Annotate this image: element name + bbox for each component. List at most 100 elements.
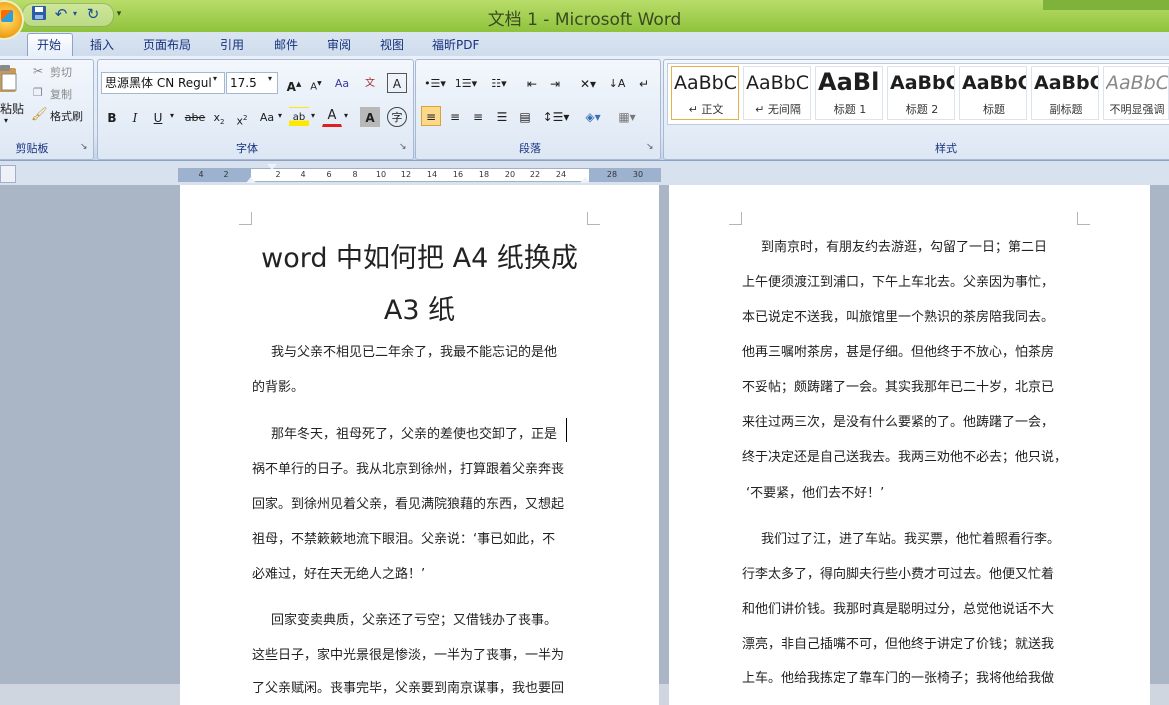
paragraph-line: 这些日子，家中光景很是惨淡，一半为了丧事，一半为 xyxy=(252,648,565,663)
paragraph-line: 到南京时，有朋友约去游逛，勾留了一日；第二日 xyxy=(761,240,1048,255)
paragraph-line: 那年冬天，祖母死了，父亲的差使也交卸了，正是 xyxy=(271,427,558,442)
cut-button[interactable]: 剪切 xyxy=(50,64,72,80)
style-no-spacing-name: ↵ 无间隔 xyxy=(755,103,801,116)
tab-page-layout[interactable]: 页面布局 xyxy=(143,36,191,54)
paragraph-line: 不妥帖；颇踌躇了一会。其实我那年已二十岁，北京已 xyxy=(742,380,1055,395)
style-title-name: 标题 xyxy=(983,103,1005,116)
tab-insert[interactable]: 插入 xyxy=(90,36,114,54)
ruler-number: 22 xyxy=(529,170,541,179)
ruler-number: 16 xyxy=(452,170,464,179)
clear-formatting-icon[interactable]: Aa xyxy=(332,73,352,93)
paragraph-dialog-launcher-icon[interactable]: ↘ xyxy=(646,142,654,152)
font-name-dropdown-icon[interactable]: ▾ xyxy=(213,74,217,83)
clipboard-dialog-launcher-icon[interactable]: ↘ xyxy=(80,142,88,152)
highlight-dropdown-icon[interactable]: ▾ xyxy=(311,111,315,120)
paragraph-line: 上午便须渡江到浦口，下午上车北去。父亲因为事忙， xyxy=(742,275,1055,290)
paragraph-line: 他再三嘱咐茶房，甚是仔细。但他终于不放心，怕茶房 xyxy=(742,345,1055,360)
tab-selector-icon[interactable] xyxy=(0,165,16,183)
copy-button[interactable]: 复制 xyxy=(50,86,72,102)
highlight-icon[interactable]: ab xyxy=(289,107,309,127)
ruler-number: 10 xyxy=(375,170,387,179)
tab-view[interactable]: 视图 xyxy=(380,36,404,54)
copy-icon[interactable]: ❐ xyxy=(33,86,43,99)
shrink-font-icon[interactable]: A▼ xyxy=(306,73,326,93)
show-marks-icon[interactable]: ↵ xyxy=(634,73,654,93)
shading-icon[interactable]: ◈▾ xyxy=(578,106,608,126)
style-normal[interactable]: AaBbC ↵ 正文 xyxy=(671,66,739,120)
justify-icon[interactable]: ☰ xyxy=(492,106,512,126)
align-right-icon[interactable]: ≡ xyxy=(468,106,488,126)
tab-foxit-pdf[interactable]: 福昕PDF xyxy=(432,36,479,54)
margin-corner-mark xyxy=(587,212,600,225)
paste-icon[interactable] xyxy=(0,64,20,94)
paste-dropdown-icon[interactable]: ▾ xyxy=(4,116,8,125)
change-case-icon[interactable]: Aa xyxy=(255,107,279,127)
document-page-right[interactable] xyxy=(669,185,1150,705)
right-indent-marker[interactable] xyxy=(580,177,590,183)
superscript-icon[interactable]: x2 xyxy=(232,107,252,128)
distributed-icon[interactable]: ▤ xyxy=(515,106,535,126)
align-left-icon[interactable]: ≡ xyxy=(421,106,441,126)
ruler-number: 24 xyxy=(555,170,567,179)
paragraph-line: ‘不要紧，他们去不好！’ xyxy=(746,486,885,501)
tab-review[interactable]: 审阅 xyxy=(327,36,351,54)
paragraph-line: 祖母，不禁簌簌地流下眼泪。父亲说：‘事已如此，不 xyxy=(252,532,556,547)
chinese-layout-icon[interactable]: ✕▾ xyxy=(573,73,603,93)
grow-font-icon[interactable]: A▲ xyxy=(284,73,304,94)
numbering-icon[interactable]: 1☰▾ xyxy=(452,73,480,93)
font-color-icon[interactable]: A xyxy=(322,107,342,127)
style-no-spacing-sample: AaBbC xyxy=(746,72,810,94)
paragraph-line: 上车。他给我拣定了靠车门的一张椅子；我将他给我做 xyxy=(742,671,1055,686)
tab-mailings[interactable]: 邮件 xyxy=(274,36,298,54)
change-case-dropdown-icon[interactable]: ▾ xyxy=(278,111,282,120)
style-title[interactable]: AaBbC 标题 xyxy=(959,66,1027,120)
strikethrough-icon[interactable]: abe xyxy=(181,107,209,127)
ruler-number: 20 xyxy=(504,170,516,179)
paragraph-line: 必难过，好在天无绝人之路！’ xyxy=(252,567,426,582)
style-heading-1[interactable]: AaBl 标题 1 xyxy=(815,66,883,120)
increase-indent-icon[interactable]: ⇥ xyxy=(545,73,565,93)
style-heading-1-sample: AaBl xyxy=(818,68,880,94)
style-subtitle[interactable]: AaBbC 副标题 xyxy=(1031,66,1099,120)
font-name-field[interactable]: 思源黑体 CN Regul xyxy=(101,72,225,94)
first-line-indent-marker[interactable] xyxy=(267,164,277,170)
paragraph-line: 我与父亲不相见已二年余了，我最不能忘记的是他 xyxy=(271,345,558,360)
format-painter-button[interactable]: 格式刷 xyxy=(50,108,83,124)
subscript-icon[interactable]: x2 xyxy=(209,107,229,127)
ruler-number: 2 xyxy=(275,170,281,179)
hanging-indent-marker[interactable] xyxy=(246,177,256,183)
ruler-number: 8 xyxy=(352,170,358,179)
tab-references[interactable]: 引用 xyxy=(220,36,244,54)
style-subtle-emphasis[interactable]: AaBbC 不明显强调 xyxy=(1103,66,1169,120)
decrease-indent-icon[interactable]: ⇤ xyxy=(522,73,542,93)
font-dialog-launcher-icon[interactable]: ↘ xyxy=(399,142,407,152)
underline-icon[interactable]: U xyxy=(148,107,168,127)
tab-home[interactable]: 开始 xyxy=(37,36,61,54)
align-center-icon[interactable]: ≡ xyxy=(445,106,465,126)
bold-icon[interactable]: B xyxy=(102,107,122,127)
font-color-dropdown-icon[interactable]: ▾ xyxy=(344,111,348,120)
paragraph-group-label: 段落 xyxy=(519,142,541,155)
style-heading-2[interactable]: AaBbC 标题 2 xyxy=(887,66,955,120)
enclose-characters-icon[interactable]: 字 xyxy=(387,107,407,127)
paragraph-line: 行李太多了，得向脚夫行些小费才可过去。他便又忙着 xyxy=(742,567,1055,582)
style-subtle-emphasis-name: 不明显强调 xyxy=(1109,103,1165,116)
character-shading-icon[interactable]: A xyxy=(360,107,380,127)
italic-icon[interactable]: I xyxy=(125,107,145,127)
styles-group-label: 样式 xyxy=(935,142,957,155)
cut-icon[interactable]: ✂ xyxy=(33,64,43,78)
multilevel-list-icon[interactable]: ☷▾ xyxy=(484,73,514,93)
style-no-spacing[interactable]: AaBbC ↵ 无间隔 xyxy=(743,66,811,120)
borders-icon[interactable]: ▦▾ xyxy=(612,106,642,126)
line-spacing-icon[interactable]: ↕☰▾ xyxy=(541,106,571,126)
underline-dropdown-icon[interactable]: ▾ xyxy=(170,111,174,120)
format-painter-icon[interactable]: 🖌 xyxy=(31,107,48,122)
phonetic-guide-icon[interactable]: 文 xyxy=(360,73,380,93)
character-border-icon[interactable]: A xyxy=(387,73,407,93)
font-size-dropdown-icon[interactable]: ▾ xyxy=(268,74,272,83)
ruler-number: 14 xyxy=(426,170,438,179)
margin-corner-mark xyxy=(1077,212,1090,225)
bullets-icon[interactable]: •☰▾ xyxy=(421,73,449,93)
sort-icon[interactable]: ↓A xyxy=(607,73,627,93)
paste-button[interactable]: 粘贴 xyxy=(0,100,24,117)
